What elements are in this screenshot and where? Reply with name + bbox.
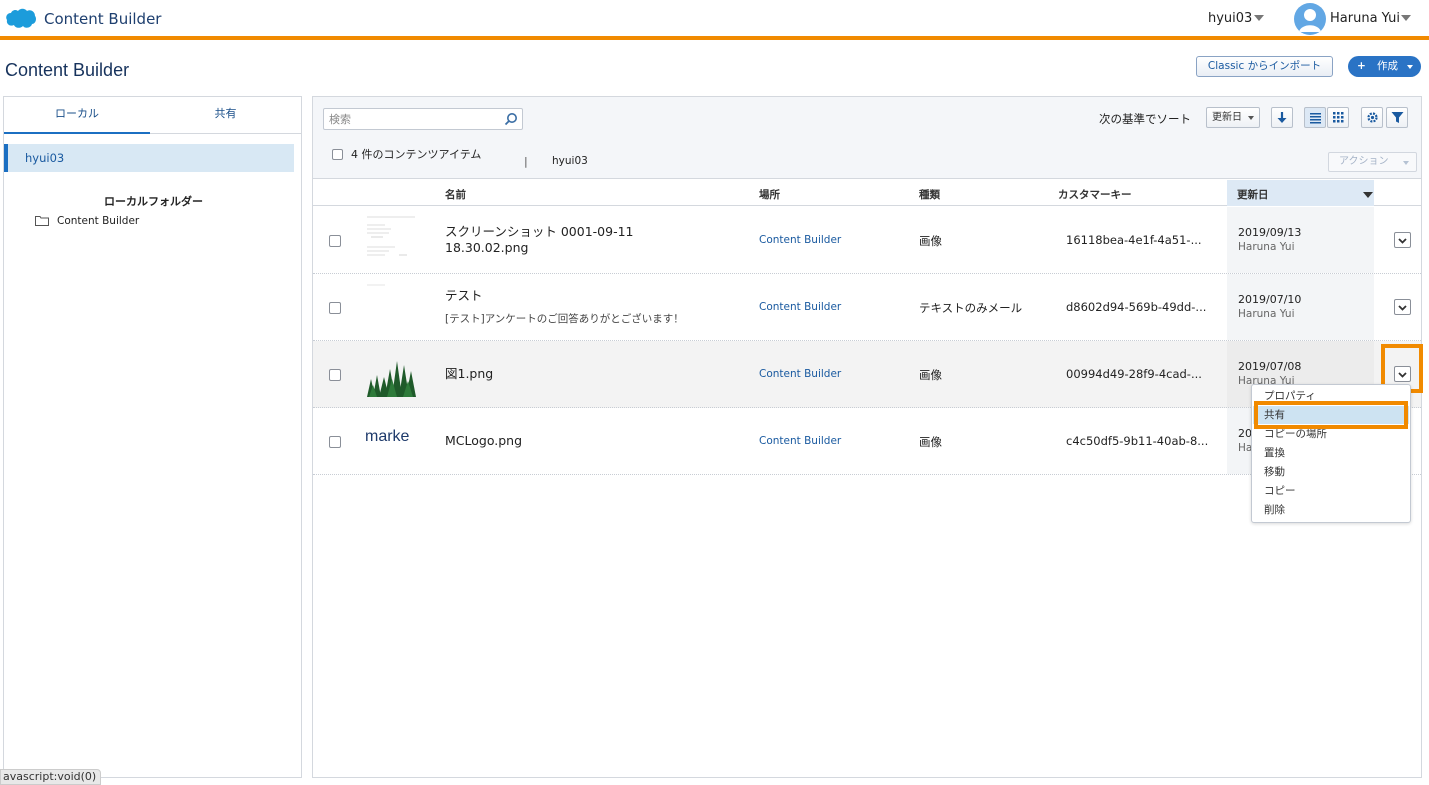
plus-icon: + xyxy=(1357,60,1366,72)
user-name[interactable]: Haruna Yui xyxy=(1330,11,1400,26)
sort-select[interactable]: 更新日 xyxy=(1206,107,1260,128)
filter-button[interactable] xyxy=(1386,107,1408,128)
chevron-down-icon xyxy=(1248,116,1254,120)
chevron-down-icon[interactable] xyxy=(1401,15,1411,21)
row-author: Haruna Yui xyxy=(1238,308,1295,320)
row-customer-key: 00994d49-28f9-4cad-... xyxy=(1066,367,1202,381)
grid-view-button[interactable] xyxy=(1327,107,1349,128)
local-folder-heading: ローカルフォルダー xyxy=(104,195,203,208)
folder-sidebar: ローカル 共有 hyui03 ローカルフォルダー Content Builder xyxy=(3,96,302,778)
row-type: 画像 xyxy=(919,435,942,449)
row-type: 画像 xyxy=(919,234,942,248)
chevron-down-icon xyxy=(1403,161,1409,165)
chevron-down-icon xyxy=(1398,305,1407,311)
chevron-down-icon xyxy=(1398,238,1407,244)
row-menu-button[interactable] xyxy=(1394,299,1411,315)
row-customer-key: c4c50df5-9b11-40ab-8... xyxy=(1066,434,1209,448)
row-location-link[interactable]: Content Builder xyxy=(759,435,841,447)
row-customer-key: 16118bea-4e1f-4a51-... xyxy=(1066,233,1202,247)
row-date: 20 xyxy=(1238,427,1252,440)
tab-local[interactable]: ローカル xyxy=(4,97,150,134)
row-customer-key: d8602d94-569b-49dd-... xyxy=(1066,300,1207,314)
table-row[interactable]: テスト [テスト]アンケートのご回答ありがとございます！ Content Bui… xyxy=(313,274,1421,341)
filter-icon xyxy=(1391,112,1404,123)
list-view-button[interactable] xyxy=(1304,107,1326,128)
row-menu-button[interactable] xyxy=(1394,232,1411,248)
column-location[interactable]: 場所 xyxy=(759,187,780,202)
select-all-checkbox[interactable] xyxy=(332,149,343,160)
menu-item-copy[interactable]: コピー xyxy=(1253,482,1409,500)
tab-shared[interactable]: 共有 xyxy=(150,97,301,134)
settings-button[interactable] xyxy=(1361,107,1383,128)
status-bar: avascript:void(0) xyxy=(0,769,101,785)
user-icon xyxy=(1299,9,1321,32)
search-icon[interactable] xyxy=(504,112,518,126)
row-checkbox[interactable] xyxy=(329,436,341,448)
highlight-share-item xyxy=(1254,401,1408,429)
menu-item-delete[interactable]: 削除 xyxy=(1253,501,1409,519)
business-unit-switcher[interactable]: hyui03 xyxy=(1208,11,1252,26)
column-type[interactable]: 種類 xyxy=(919,187,940,202)
row-date: 2019/09/13 xyxy=(1238,226,1302,239)
row-name[interactable]: MCLogo.png xyxy=(445,433,522,449)
row-location-link[interactable]: Content Builder xyxy=(759,368,841,380)
row-checkbox[interactable] xyxy=(329,235,341,247)
search-input[interactable] xyxy=(323,108,523,130)
date-cell-bg xyxy=(1227,207,1374,273)
date-cell-bg xyxy=(1227,274,1374,340)
create-button[interactable]: + 作成 xyxy=(1348,56,1421,77)
sort-label: 次の基準でソート xyxy=(1099,112,1191,126)
row-date: 2019/07/08 xyxy=(1238,360,1302,373)
email-thumbnail[interactable] xyxy=(365,282,417,332)
row-date: 2019/07/10 xyxy=(1238,293,1302,306)
table-header: 名前 場所 種類 カスタマーキー 更新日 xyxy=(313,180,1421,206)
action-button[interactable]: アクション xyxy=(1328,152,1417,172)
row-name[interactable]: テスト xyxy=(445,288,483,304)
row-type: テキストのみメール xyxy=(919,301,1023,315)
row-type: 画像 xyxy=(919,368,942,382)
menu-item-replace[interactable]: 置換 xyxy=(1253,444,1409,462)
screenshot-thumbnail[interactable] xyxy=(365,215,417,265)
row-name-line1: スクリーンショット 0001-09-11 xyxy=(445,224,634,239)
row-name[interactable]: スクリーンショット 0001-09-11 18.30.02.png xyxy=(445,224,634,256)
row-name[interactable]: 図1.png xyxy=(445,366,493,382)
list-view-icon xyxy=(1310,113,1321,124)
table-row[interactable]: スクリーンショット 0001-09-11 18.30.02.png Content… xyxy=(313,207,1421,274)
row-name-line2: 18.30.02.png xyxy=(445,240,529,255)
salesforce-cloud-icon[interactable] xyxy=(5,8,37,30)
create-button-label: 作成 xyxy=(1377,60,1398,72)
app-title[interactable]: Content Builder xyxy=(44,10,161,28)
sort-direction-button[interactable] xyxy=(1271,107,1293,128)
column-customer-key[interactable]: カスタマーキー xyxy=(1058,187,1132,202)
row-author: Haruna Yui xyxy=(1238,241,1295,253)
chevron-down-icon[interactable] xyxy=(1254,15,1264,21)
trees-thumbnail[interactable] xyxy=(365,349,417,399)
current-path: hyui03 xyxy=(552,155,588,167)
chevron-down-icon xyxy=(1407,65,1413,69)
items-count: 4 件のコンテンツアイテム xyxy=(351,148,482,161)
user-avatar[interactable] xyxy=(1294,3,1326,35)
row-location-link[interactable]: Content Builder xyxy=(759,301,841,313)
gear-icon xyxy=(1367,112,1378,123)
path-separator: | xyxy=(524,155,528,168)
sidebar-item-business-unit[interactable]: hyui03 xyxy=(4,144,294,172)
classic-import-button[interactable]: Classic からインポート xyxy=(1196,56,1333,77)
page-title: Content Builder xyxy=(5,60,130,80)
arrow-down-icon xyxy=(1277,112,1287,123)
sort-select-value: 更新日 xyxy=(1212,112,1242,123)
menu-item-move[interactable]: 移動 xyxy=(1253,463,1409,481)
row-location-link[interactable]: Content Builder xyxy=(759,234,841,246)
folder-content-builder[interactable]: Content Builder xyxy=(57,215,139,227)
row-checkbox[interactable] xyxy=(329,302,341,314)
action-button-label: アクション xyxy=(1339,156,1389,167)
logo-thumbnail[interactable]: marke xyxy=(365,428,417,478)
column-modified-date[interactable]: 更新日 xyxy=(1237,187,1269,202)
sort-desc-icon[interactable] xyxy=(1363,192,1373,198)
row-subtitle: [テスト]アンケートのご回答ありがとございます！ xyxy=(445,313,684,325)
row-checkbox[interactable] xyxy=(329,369,341,381)
column-name[interactable]: 名前 xyxy=(445,187,466,202)
toolbar: 次の基準でソート 更新日 xyxy=(313,97,1421,179)
grid-view-icon xyxy=(1333,112,1344,123)
folder-icon[interactable] xyxy=(35,216,49,226)
